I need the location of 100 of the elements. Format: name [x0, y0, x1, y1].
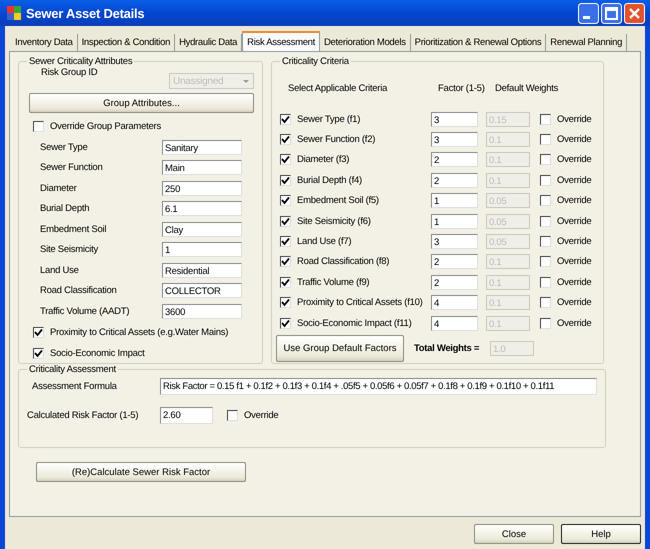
- checkbox-label: Override: [557, 297, 592, 308]
- input-field[interactable]: COLLECTOR: [162, 283, 242, 298]
- checkbox-label: Override: [244, 410, 278, 421]
- checkbox[interactable]: [280, 154, 291, 166]
- factor-field[interactable]: 2: [431, 152, 478, 168]
- input-field[interactable]: 6.1: [162, 201, 242, 216]
- checkbox-label: Override: [557, 195, 592, 206]
- checkbox-label: Socio-Economic Impact: [50, 348, 145, 358]
- checkbox-label: Embedment Soil (f5): [297, 195, 379, 206]
- factor-field[interactable]: 2: [431, 172, 478, 188]
- column-header: Factor (1-5): [438, 83, 486, 96]
- checkbox-label: Override: [557, 154, 592, 166]
- checkbox[interactable]: [33, 326, 44, 338]
- checkbox[interactable]: [540, 236, 551, 248]
- checkbox[interactable]: [280, 276, 291, 288]
- checkbox-label: Override: [557, 216, 592, 227]
- group-title: Criticality Criteria: [281, 56, 350, 67]
- factor-field[interactable]: 4: [431, 295, 478, 310]
- checkbox-label: Sewer Type (f1): [297, 114, 360, 125]
- checkbox[interactable]: [280, 134, 291, 146]
- checkbox[interactable]: [540, 318, 551, 329]
- checkbox-label: Override Group Parameters: [50, 121, 161, 132]
- field-label: Embedment Soil: [40, 224, 106, 235]
- checkbox[interactable]: [280, 236, 291, 248]
- input-field[interactable]: 250: [162, 180, 242, 196]
- field-label: Calculated Risk Factor (1-5): [27, 410, 140, 421]
- column-header: Default Weights: [495, 83, 558, 96]
- dialog-button[interactable]: Close: [474, 524, 554, 544]
- checkbox-label: Override: [557, 236, 592, 248]
- checkbox[interactable]: [33, 121, 44, 132]
- checkbox-label: Override: [557, 318, 592, 329]
- checkbox-label: Land Use (f7): [297, 236, 352, 248]
- field-label: Sewer Function: [40, 162, 103, 174]
- column-header: Select Applicable Criteria: [287, 83, 388, 96]
- window-title: Sewer Asset Details: [26, 6, 146, 20]
- checkbox[interactable]: [540, 134, 551, 146]
- checkbox[interactable]: [540, 154, 551, 166]
- checkbox[interactable]: [540, 195, 551, 206]
- input-field[interactable]: Sanitary: [162, 140, 242, 155]
- checkbox-label: Road Classification (f8): [297, 256, 390, 268]
- total-weights-label: Total Weights =: [414, 343, 480, 354]
- dialog-button[interactable]: Help: [561, 524, 641, 544]
- factor-field[interactable]: 1: [431, 214, 478, 229]
- checkbox-label: Override: [557, 256, 592, 268]
- field-label: Traffic Volume (AADT): [40, 306, 130, 317]
- checkbox[interactable]: [540, 216, 551, 227]
- checkbox[interactable]: [280, 216, 291, 227]
- checkbox[interactable]: [280, 297, 291, 308]
- checkbox-label: Override: [557, 114, 592, 125]
- checkbox[interactable]: [280, 114, 291, 125]
- close-icon[interactable]: [624, 2, 645, 24]
- formula-field[interactable]: Risk Factor = 0.15 f1 + 0.1f2 + 0.1f3 + 0.1f4 + .05f5 + 0.05f6 + 0.05f7 + 0.1f8 + 0.1f9 + 0.1f10 + 0.1f11: [160, 378, 597, 395]
- input-field[interactable]: Main: [162, 160, 242, 176]
- checkbox-label: Site Seismicity (f6): [297, 216, 371, 227]
- recalculate-button[interactable]: (Re)Calculate Sewer Risk Factor: [36, 462, 246, 482]
- checkbox[interactable]: [280, 256, 291, 268]
- checkbox-label: Proximity to Critical Assets (e.g.Water Mains): [50, 326, 228, 338]
- checkbox[interactable]: [33, 348, 44, 358]
- field-label: Site Seismicity: [40, 244, 98, 256]
- factor-field[interactable]: 3: [431, 112, 478, 127]
- input-field[interactable]: Residential: [162, 262, 242, 278]
- checkbox-label: Override: [557, 134, 592, 146]
- checkbox-label: Socio-Economic Impact (f11): [297, 318, 412, 329]
- factor-field[interactable]: 3: [431, 234, 478, 250]
- checkbox[interactable]: [280, 195, 291, 206]
- checkbox[interactable]: [540, 174, 551, 186]
- default-factors-button[interactable]: Use Group Default Factors: [276, 335, 404, 362]
- input-field[interactable]: 1: [162, 242, 242, 258]
- factor-field[interactable]: 4: [431, 316, 478, 331]
- checkbox-label: Override: [557, 276, 592, 288]
- factor-field[interactable]: 3: [431, 132, 478, 148]
- group-title: Sewer Criticality Attributes: [28, 56, 134, 67]
- checkbox-label: Diameter (f3): [297, 154, 350, 166]
- field-label: Diameter: [40, 182, 77, 194]
- input-field[interactable]: Clay: [162, 222, 242, 237]
- field-label: Sewer Type: [40, 142, 88, 153]
- checkbox[interactable]: [540, 114, 551, 125]
- minimize-icon[interactable]: [578, 2, 599, 24]
- checkbox[interactable]: [540, 297, 551, 308]
- group-attributes-button[interactable]: Group Attributes...: [29, 93, 254, 113]
- checkbox-label: Traffic Volume (f9): [297, 276, 370, 288]
- checkbox[interactable]: [280, 318, 291, 329]
- input-field[interactable]: 3600: [162, 304, 242, 319]
- group-title: Criticality Assessment: [28, 364, 117, 375]
- field-label: Risk Group ID: [41, 67, 98, 78]
- factor-field[interactable]: 1: [431, 193, 478, 208]
- checkbox-label: Proximity to Critical Assets (f10): [297, 297, 423, 308]
- checkbox[interactable]: [227, 410, 238, 421]
- factor-field[interactable]: 2: [431, 254, 478, 270]
- maximize-icon[interactable]: [601, 2, 622, 24]
- field-label: Assessment Formula: [31, 381, 118, 392]
- checkbox[interactable]: [540, 276, 551, 288]
- field-label: Burial Depth: [40, 203, 90, 214]
- field-label: Road Classification: [40, 285, 117, 296]
- factor-field[interactable]: 2: [431, 274, 478, 290]
- checkbox[interactable]: [540, 256, 551, 268]
- app-icon: [7, 6, 21, 20]
- checkbox[interactable]: [280, 174, 291, 186]
- risk-factor-field[interactable]: 2.60: [160, 407, 213, 424]
- tab[interactable]: Risk Assessment: [242, 31, 320, 51]
